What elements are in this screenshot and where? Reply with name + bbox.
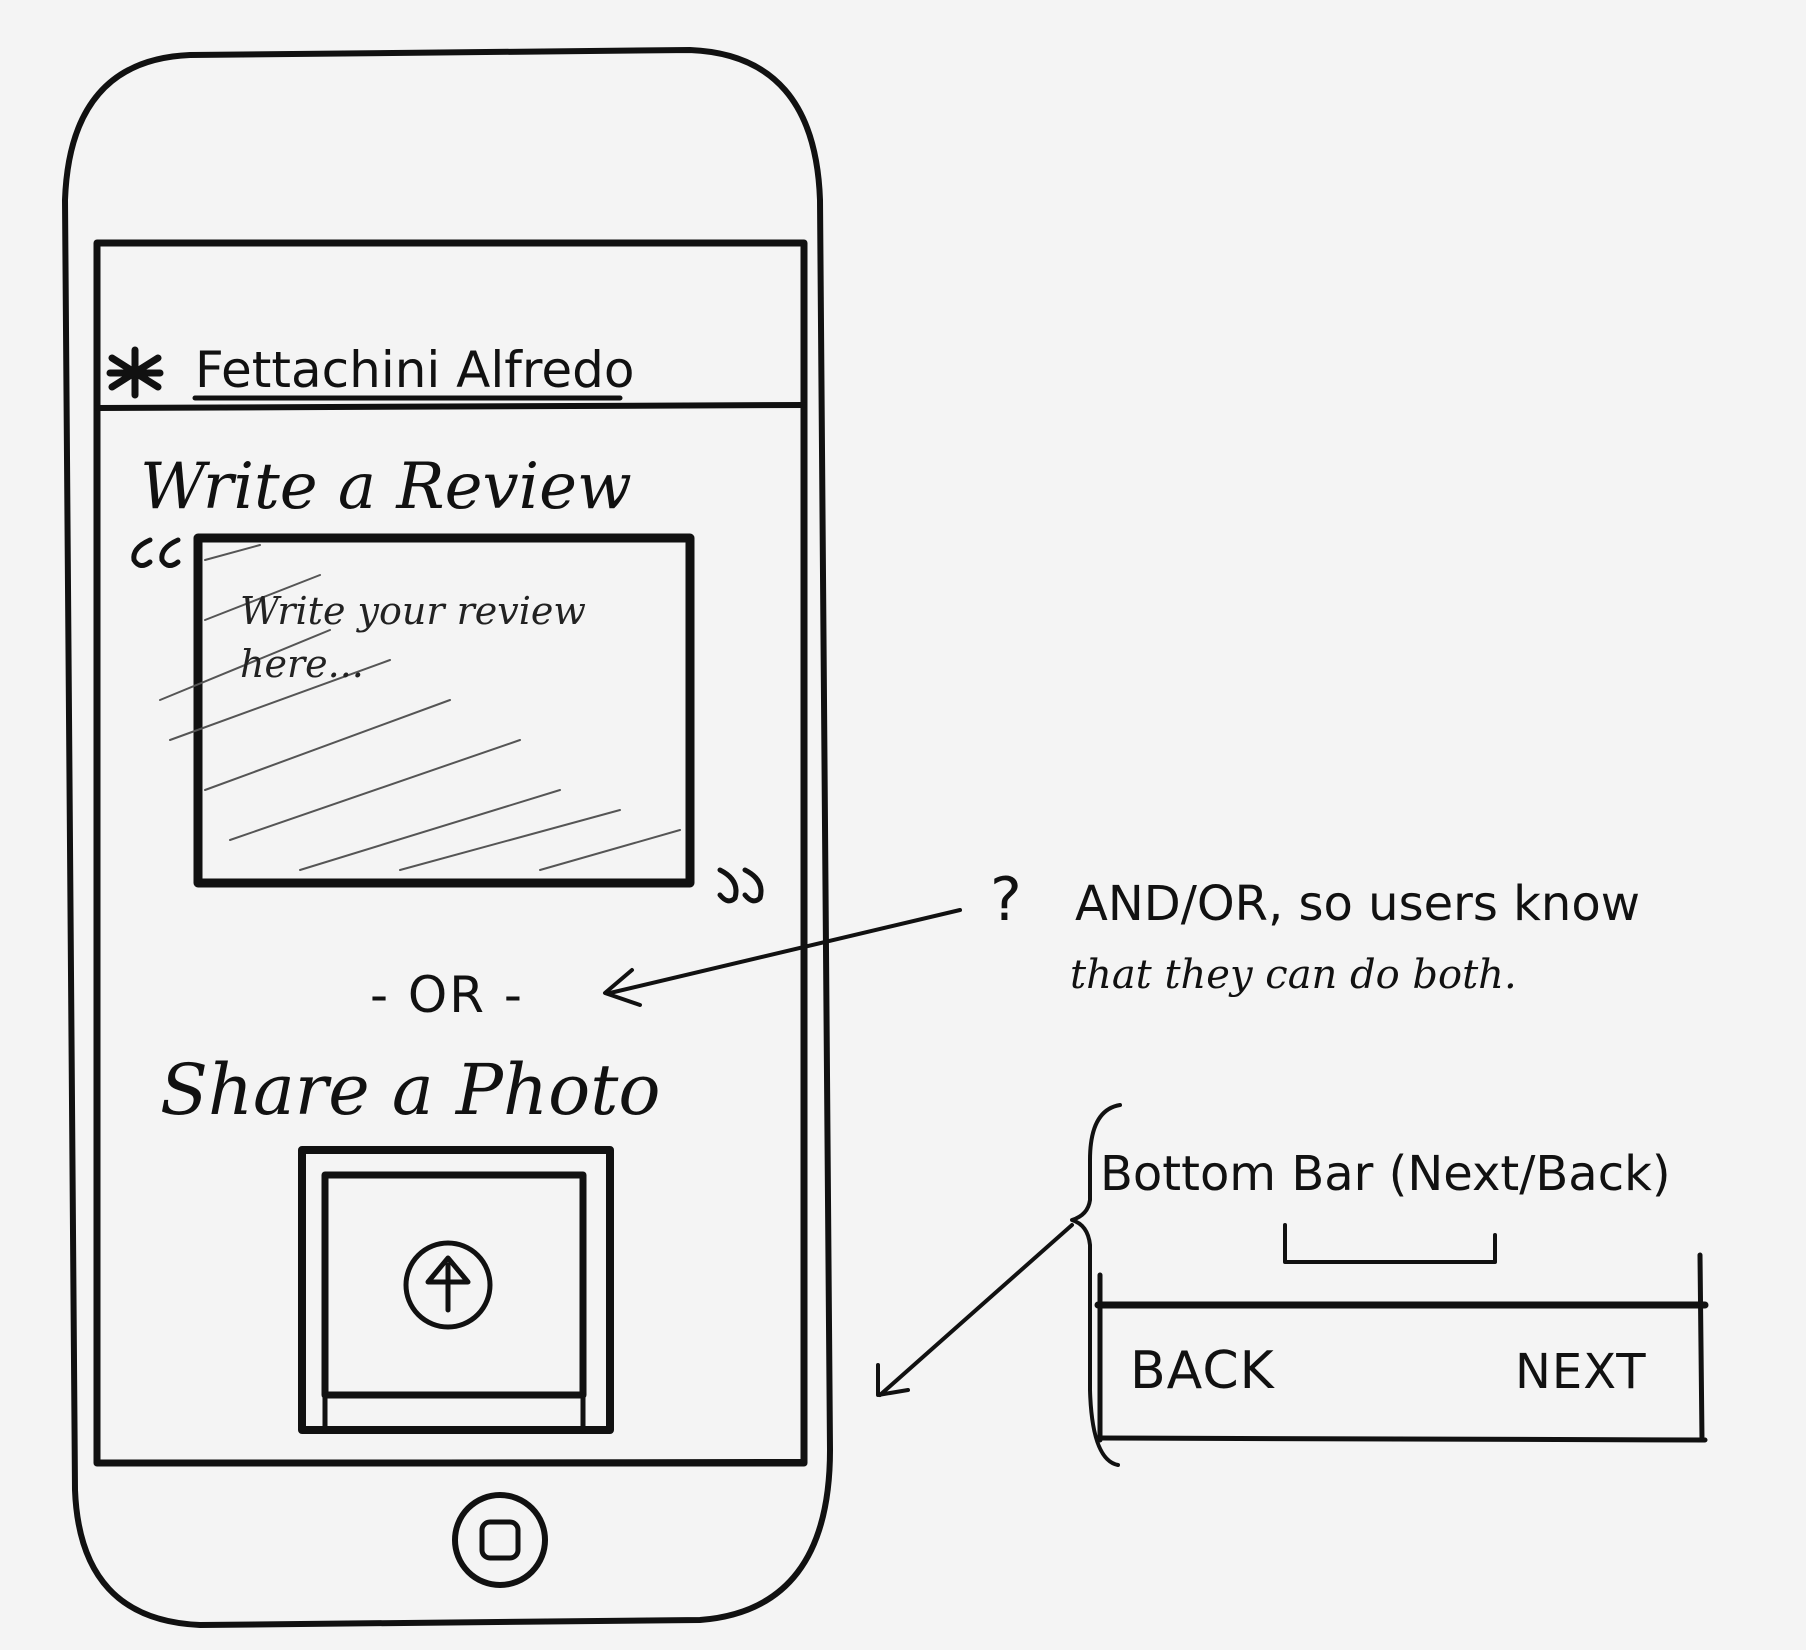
bottom-bar-annotation-arrow xyxy=(876,1223,1074,1397)
quote-close-icon xyxy=(717,867,764,904)
or-separator: - OR - xyxy=(370,966,524,1024)
share-photo-heading: Share a Photo xyxy=(160,1049,661,1131)
header-divider xyxy=(94,402,807,411)
annotation-bottom-bar-label: Bottom Bar (Next/Back) xyxy=(1100,1146,1671,1202)
write-review-heading: Write a Review xyxy=(140,450,632,524)
annotation-question-mark: ? xyxy=(990,865,1022,935)
app-title: Fettachini Alfredo xyxy=(195,341,635,399)
photo-upload-button[interactable] xyxy=(325,1175,583,1395)
quote-open-icon xyxy=(131,537,181,568)
asterisk-icon xyxy=(106,346,164,399)
or-annotation-arrow xyxy=(603,908,962,1007)
sketch-canvas xyxy=(62,47,1709,1628)
label-bracket xyxy=(1283,1223,1497,1264)
home-button[interactable] xyxy=(455,1495,545,1585)
screen-bottom-line xyxy=(94,1459,807,1466)
annotation-or-note-line2: that they can do both. xyxy=(1070,952,1517,998)
annotation-or-note-line1: AND/OR, so users know xyxy=(1075,876,1640,932)
review-textbox[interactable]: Write your review here... xyxy=(240,585,680,691)
next-button[interactable]: NEXT xyxy=(1515,1348,1647,1396)
back-button[interactable]: BACK xyxy=(1130,1345,1275,1397)
